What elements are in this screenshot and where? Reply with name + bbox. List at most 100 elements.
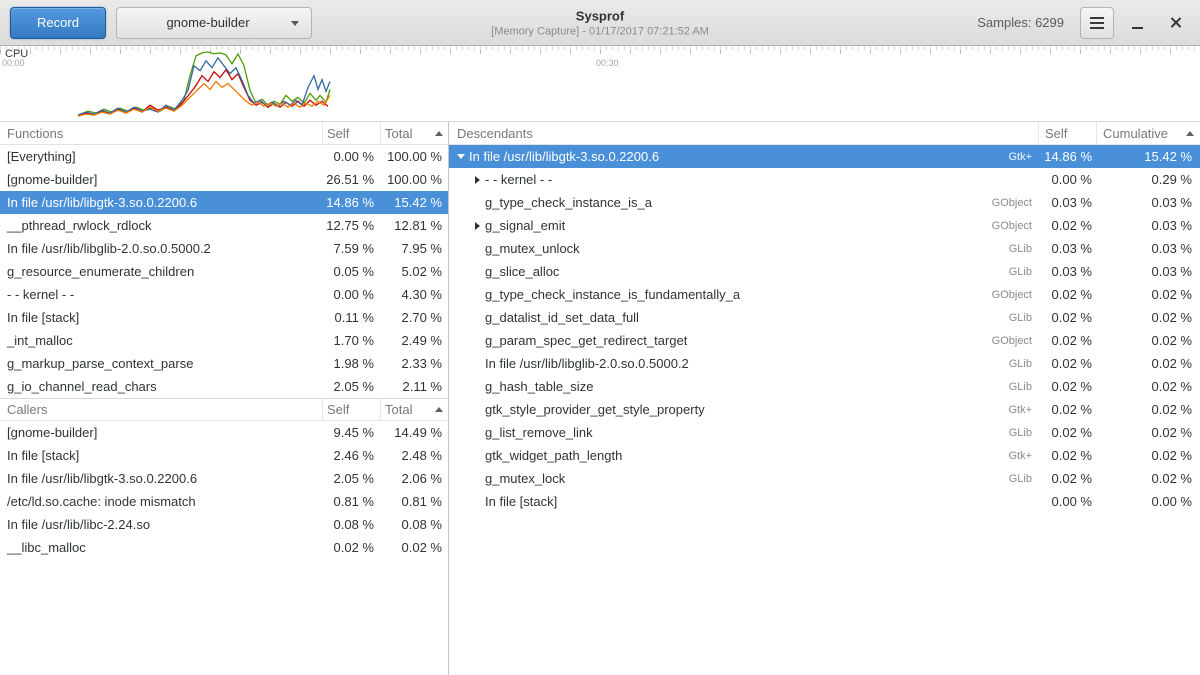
caller-name-cell: /etc/ld.so.cache: inode mismatch: [0, 494, 322, 509]
library-badge: GObject: [982, 289, 1038, 301]
table-row[interactable]: g_markup_parse_context_parse1.98 %2.33 %: [0, 352, 448, 375]
tree-row[interactable]: g_type_check_instance_is_aGObject0.03 %0…: [449, 191, 1200, 214]
table-row[interactable]: g_io_channel_read_chars2.05 %2.11 %: [0, 375, 448, 398]
table-row[interactable]: - - kernel - -0.00 %4.30 %: [0, 283, 448, 306]
window-title-block: Sysprof [Memory Capture] - 01/17/2017 07…: [491, 8, 709, 37]
descendant-name-cell: g_slice_alloc: [485, 264, 559, 279]
expander-icon[interactable]: [469, 168, 485, 191]
cumulative-value-cell: 0.02 %: [1096, 471, 1200, 486]
column-header-total[interactable]: Total: [380, 399, 448, 420]
self-value-cell: 12.75 %: [322, 218, 380, 233]
cumulative-value-cell: 0.02 %: [1096, 425, 1200, 440]
tree-row[interactable]: g_mutex_lockGLib0.02 %0.02 %: [449, 467, 1200, 490]
self-value-cell: 0.03 %: [1038, 264, 1096, 279]
cumulative-value-cell: 0.02 %: [1096, 402, 1200, 417]
target-selector-label: gnome-builder: [166, 15, 249, 30]
target-selector-dropdown[interactable]: gnome-builder: [116, 7, 312, 39]
tree-row[interactable]: g_mutex_unlockGLib0.03 %0.03 %: [449, 237, 1200, 260]
expander-placeholder: [469, 191, 485, 214]
cumulative-value-cell: 0.02 %: [1096, 448, 1200, 463]
cumulative-value-cell: 0.02 %: [1096, 379, 1200, 394]
table-row[interactable]: [Everything]0.00 %100.00 %: [0, 145, 448, 168]
total-value-cell: 2.33 %: [380, 356, 448, 371]
callers-table-body: [gnome-builder]9.45 %14.49 %In file [sta…: [0, 421, 448, 559]
column-header-total-label: Total: [385, 402, 412, 417]
total-value-cell: 0.08 %: [380, 517, 448, 532]
minimize-button[interactable]: [1122, 8, 1152, 38]
tree-row[interactable]: g_list_remove_linkGLib0.02 %0.02 %: [449, 421, 1200, 444]
table-row[interactable]: g_resource_enumerate_children0.05 %5.02 …: [0, 260, 448, 283]
total-value-cell: 15.42 %: [380, 195, 448, 210]
library-badge: GLib: [999, 243, 1038, 255]
tree-row[interactable]: g_slice_allocGLib0.03 %0.03 %: [449, 260, 1200, 283]
tree-row[interactable]: In file /usr/lib/libglib-2.0.so.0.5000.2…: [449, 352, 1200, 375]
cpu-orange-line: [78, 82, 330, 117]
library-badge: Gtk+: [998, 404, 1038, 416]
table-row[interactable]: __pthread_rwlock_rdlock12.75 %12.81 %: [0, 214, 448, 237]
caller-name-cell: In file /usr/lib/libc-2.24.so: [0, 517, 322, 532]
table-row[interactable]: In file /usr/lib/libc-2.24.so0.08 %0.08 …: [0, 513, 448, 536]
function-name-cell: In file /usr/lib/libgtk-3.so.0.2200.6: [0, 195, 322, 210]
table-row[interactable]: In file /usr/lib/libglib-2.0.so.0.5000.2…: [0, 237, 448, 260]
descendant-name-cell: g_type_check_instance_is_fundamentally_a: [485, 287, 740, 302]
caller-name-cell: In file /usr/lib/libgtk-3.so.0.2200.6: [0, 471, 322, 486]
descendant-name-cell: g_list_remove_link: [485, 425, 593, 440]
expander-icon[interactable]: [469, 214, 485, 237]
tree-row[interactable]: - - kernel - -0.00 %0.29 %: [449, 168, 1200, 191]
total-value-cell: 2.70 %: [380, 310, 448, 325]
tree-row[interactable]: In file /usr/lib/libgtk-3.so.0.2200.6Gtk…: [449, 145, 1200, 168]
expander-icon[interactable]: [453, 145, 469, 168]
expander-placeholder: [469, 329, 485, 352]
function-name-cell: g_io_channel_read_chars: [0, 379, 322, 394]
column-header-cumulative[interactable]: Cumulative: [1096, 122, 1200, 144]
column-header-callers[interactable]: Callers: [0, 399, 322, 420]
record-button[interactable]: Record: [10, 7, 106, 39]
column-header-self[interactable]: Self: [322, 399, 380, 420]
self-value-cell: 0.05 %: [322, 264, 380, 279]
capture-subtitle: [Memory Capture] - 01/17/2017 07:21:52 A…: [491, 25, 709, 37]
tree-row[interactable]: gtk_style_provider_get_style_property Gtk…: [449, 398, 1200, 421]
total-value-cell: 2.06 %: [380, 471, 448, 486]
table-row[interactable]: /etc/ld.so.cache: inode mismatch0.81 %0.…: [0, 490, 448, 513]
table-row[interactable]: In file /usr/lib/libgtk-3.so.0.2200.6 2.0…: [0, 467, 448, 490]
tree-row[interactable]: g_param_spec_get_redirect_targetGObject0…: [449, 329, 1200, 352]
table-row[interactable]: __libc_malloc0.02 %0.02 %: [0, 536, 448, 559]
menu-button[interactable]: [1080, 7, 1114, 39]
expander-placeholder: [469, 283, 485, 306]
tree-row[interactable]: g_datalist_id_set_data_fullGLib0.02 %0.0…: [449, 306, 1200, 329]
total-value-cell: 14.49 %: [380, 425, 448, 440]
tree-row[interactable]: In file [stack]0.00 %0.00 %: [449, 490, 1200, 513]
caller-name-cell: In file [stack]: [0, 448, 322, 463]
self-value-cell: 26.51 %: [322, 172, 380, 187]
self-value-cell: 2.46 %: [322, 448, 380, 463]
column-header-total[interactable]: Total: [380, 122, 448, 144]
table-row[interactable]: In file [stack]0.11 %2.70 %: [0, 306, 448, 329]
cpu-graph-panel[interactable]: CPU 00:00 00:30: [0, 46, 1200, 122]
column-header-functions[interactable]: Functions: [0, 122, 322, 144]
column-header-descendants[interactable]: Descendants: [449, 122, 1038, 144]
sort-indicator-icon: [435, 407, 443, 412]
total-value-cell: 5.02 %: [380, 264, 448, 279]
function-name-cell: g_markup_parse_context_parse: [0, 356, 322, 371]
table-row[interactable]: [gnome-builder]9.45 %14.49 %: [0, 421, 448, 444]
cumulative-value-cell: 0.02 %: [1096, 333, 1200, 348]
self-value-cell: 14.86 %: [322, 195, 380, 210]
close-button[interactable]: [1160, 8, 1190, 38]
descendant-name-cell: g_datalist_id_set_data_full: [485, 310, 639, 325]
function-name-cell: - - kernel - -: [0, 287, 322, 302]
table-row[interactable]: [gnome-builder]26.51 %100.00 %: [0, 168, 448, 191]
table-row[interactable]: _int_malloc1.70 %2.49 %: [0, 329, 448, 352]
column-header-self[interactable]: Self: [322, 122, 380, 144]
table-row[interactable]: In file /usr/lib/libgtk-3.so.0.2200.614.…: [0, 191, 448, 214]
expander-placeholder: [469, 352, 485, 375]
column-header-self[interactable]: Self: [1038, 122, 1096, 144]
descendant-name-cell: gtk_style_provider_get_style_property: [485, 402, 705, 417]
total-value-cell: 2.11 %: [380, 379, 448, 394]
tree-row[interactable]: g_signal_emitGObject0.02 %0.03 %: [449, 214, 1200, 237]
tree-row[interactable]: g_type_check_instance_is_fundamentally_a…: [449, 283, 1200, 306]
library-badge: GLib: [999, 427, 1038, 439]
tree-row[interactable]: gtk_widget_path_lengthGtk+0.02 %0.02 %: [449, 444, 1200, 467]
table-row[interactable]: In file [stack]2.46 %2.48 %: [0, 444, 448, 467]
function-name-cell: In file /usr/lib/libglib-2.0.so.0.5000.2: [0, 241, 322, 256]
tree-row[interactable]: g_hash_table_sizeGLib0.02 %0.02 %: [449, 375, 1200, 398]
